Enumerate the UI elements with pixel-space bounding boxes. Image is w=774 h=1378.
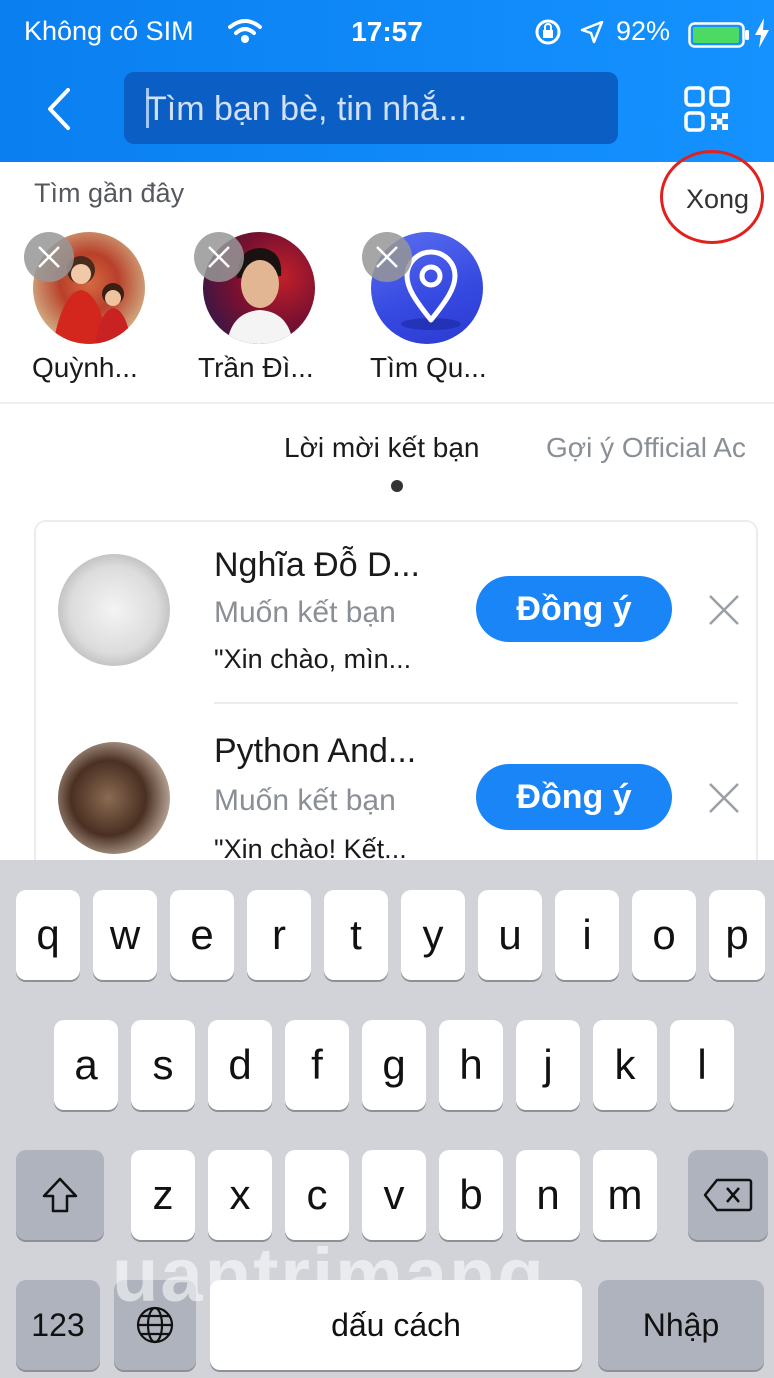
row-divider	[214, 702, 738, 704]
close-icon	[376, 246, 398, 268]
status-bar: Không có SIM 17:57 92%	[0, 0, 774, 64]
key-i[interactable]: i	[555, 890, 619, 980]
search-box[interactable]	[124, 72, 618, 146]
qr-code-icon[interactable]	[682, 84, 732, 134]
location-arrow-icon	[580, 20, 604, 44]
friend-requests-card: Nghĩa Đỗ D... Muốn kết bạn "Xin chào, mì…	[34, 520, 758, 900]
active-tab-indicator	[391, 480, 403, 492]
key-k[interactable]: k	[593, 1020, 657, 1110]
key-s[interactable]: s	[131, 1020, 195, 1110]
key-a[interactable]: a	[54, 1020, 118, 1110]
key-l[interactable]: l	[670, 1020, 734, 1110]
key-p[interactable]: p	[709, 890, 765, 980]
key-m[interactable]: m	[593, 1150, 657, 1240]
key-v[interactable]: v	[362, 1150, 426, 1240]
key-u[interactable]: u	[478, 890, 542, 980]
tab-friend-invites[interactable]: Lời mời kết bạn	[284, 432, 479, 464]
app-header: Không có SIM 17:57 92%	[0, 0, 774, 162]
key-o[interactable]: o	[632, 890, 696, 980]
accept-button[interactable]: Đồng ý	[476, 764, 672, 830]
remove-recent-button-2[interactable]	[194, 232, 244, 282]
key-h[interactable]: h	[439, 1020, 503, 1110]
key-d[interactable]: d	[208, 1020, 272, 1110]
request-status: Muốn kết bạn	[214, 596, 396, 629]
back-button[interactable]	[36, 84, 86, 134]
key-f[interactable]: f	[285, 1020, 349, 1110]
recent-name-3: Tìm Qu...	[370, 352, 487, 383]
key-r[interactable]: r	[247, 890, 311, 980]
close-icon[interactable]	[704, 778, 744, 818]
key-g[interactable]: g	[362, 1020, 426, 1110]
rotation-lock-icon	[535, 19, 561, 45]
highlight-circle	[660, 150, 764, 244]
request-name[interactable]: Python And...	[214, 732, 416, 771]
key-n[interactable]: n	[516, 1150, 580, 1240]
request-name[interactable]: Nghĩa Đỗ D...	[214, 546, 420, 585]
close-icon[interactable]	[704, 590, 744, 630]
close-icon	[208, 246, 230, 268]
recent-name-1: Quỳnh...	[32, 352, 138, 383]
avatar[interactable]	[58, 742, 170, 854]
watermark: uantrimang	[112, 1233, 546, 1318]
recent-name-2: Trần Đì...	[198, 352, 314, 383]
key-j[interactable]: j	[516, 1020, 580, 1110]
request-message: "Xin chào, mìn...	[214, 644, 412, 674]
key-b[interactable]: b	[439, 1150, 503, 1240]
key-y[interactable]: y	[401, 890, 465, 980]
shift-icon	[42, 1177, 78, 1213]
section-divider	[0, 402, 774, 404]
charging-icon	[755, 18, 769, 48]
key-q[interactable]: q	[16, 890, 80, 980]
recent-searches-title: Tìm gần đây	[34, 178, 185, 208]
remove-recent-button-1[interactable]	[24, 232, 74, 282]
accept-button[interactable]: Đồng ý	[476, 576, 672, 642]
key-t[interactable]: t	[324, 890, 388, 980]
key-z[interactable]: z	[131, 1150, 195, 1240]
avatar[interactable]	[58, 554, 170, 666]
numbers-key[interactable]: 123	[16, 1280, 100, 1370]
shift-key[interactable]	[16, 1150, 104, 1240]
request-status: Muốn kết bạn	[214, 784, 396, 817]
key-x[interactable]: x	[208, 1150, 272, 1240]
backspace-key[interactable]	[688, 1150, 768, 1240]
key-e[interactable]: e	[170, 890, 234, 980]
close-icon	[38, 246, 60, 268]
search-input[interactable]	[144, 72, 608, 146]
tab-official-accounts[interactable]: Gợi ý Official Ac	[546, 432, 746, 464]
battery-percent: 92%	[616, 16, 671, 46]
backspace-icon	[703, 1178, 753, 1212]
key-c[interactable]: c	[285, 1150, 349, 1240]
remove-recent-button-3[interactable]	[362, 232, 412, 282]
battery-icon	[688, 22, 749, 48]
key-w[interactable]: w	[93, 890, 157, 980]
